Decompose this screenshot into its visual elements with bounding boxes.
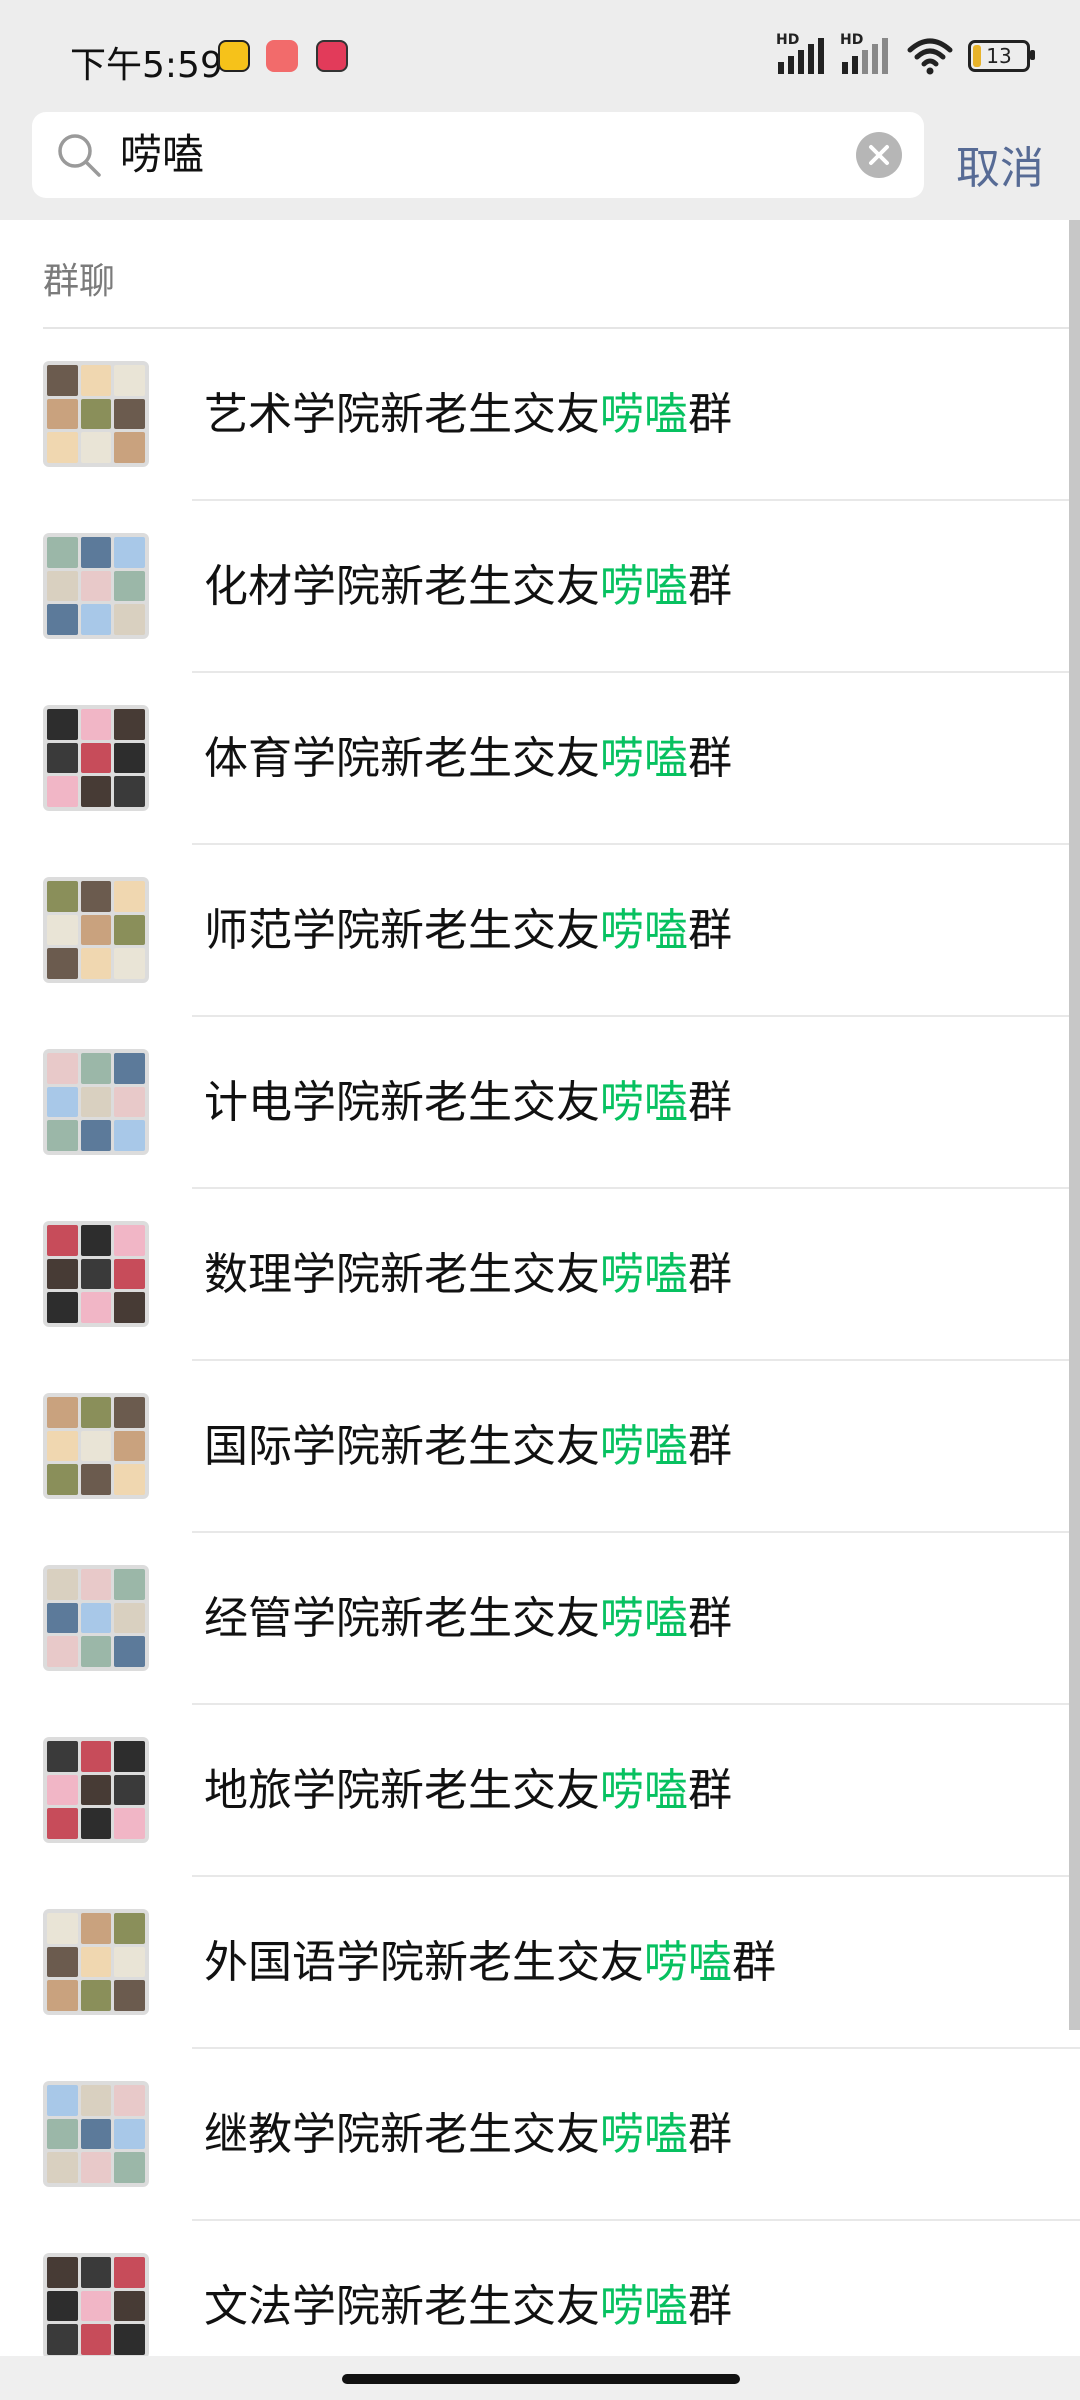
notification-app-icon: [218, 40, 250, 72]
group-name: 国际学院新老生交友唠嗑群: [204, 1361, 732, 1533]
group-avatar: [43, 705, 149, 811]
group-name-prefix: 数理学院新老生交友: [204, 1249, 600, 1300]
group-name-prefix: 文法学院新老生交友: [204, 2281, 600, 2332]
list-item[interactable]: 外国语学院新老生交友唠嗑群: [0, 1877, 1080, 2049]
search-box[interactable]: [32, 112, 924, 198]
group-name: 体育学院新老生交友唠嗑群: [204, 673, 732, 845]
group-name-suffix: 群: [688, 2281, 732, 2332]
list-item[interactable]: 师范学院新老生交友唠嗑群: [0, 845, 1080, 1017]
scrollbar[interactable]: [1069, 220, 1080, 2030]
group-name-suffix: 群: [688, 561, 732, 612]
group-name-prefix: 地旅学院新老生交友: [204, 1765, 600, 1816]
search-match-highlight: 唠嗑: [600, 1421, 688, 1472]
group-avatar: [43, 361, 149, 467]
group-name-suffix: 群: [688, 2109, 732, 2160]
list-item[interactable]: 计电学院新老生交友唠嗑群: [0, 1017, 1080, 1189]
group-avatar: [43, 533, 149, 639]
group-name: 师范学院新老生交友唠嗑群: [204, 845, 732, 1017]
group-name-suffix: 群: [688, 1077, 732, 1128]
group-name: 继教学院新老生交友唠嗑群: [204, 2049, 732, 2221]
group-name: 化材学院新老生交友唠嗑群: [204, 501, 732, 673]
group-name-prefix: 外国语学院新老生交友: [204, 1937, 644, 1988]
group-name-prefix: 继教学院新老生交友: [204, 2109, 600, 2160]
group-name-prefix: 国际学院新老生交友: [204, 1421, 600, 1472]
search-icon: [58, 134, 101, 177]
list-item[interactable]: 化材学院新老生交友唠嗑群: [0, 501, 1080, 673]
group-avatar: [43, 1393, 149, 1499]
group-name: 外国语学院新老生交友唠嗑群: [204, 1877, 776, 2049]
search-header: 取消: [0, 112, 1080, 220]
search-match-highlight: 唠嗑: [600, 1593, 688, 1644]
video-app-icon: [266, 40, 298, 72]
signal-hd-label-2: HD: [840, 32, 864, 48]
battery-level: 13: [986, 44, 1012, 68]
media-app-icon: [316, 40, 348, 72]
group-name-prefix: 艺术学院新老生交友: [204, 389, 600, 440]
wifi-icon: [907, 38, 953, 75]
group-name-suffix: 群: [688, 1249, 732, 1300]
group-avatar: [43, 1049, 149, 1155]
group-avatar: [43, 2081, 149, 2187]
group-name-suffix: 群: [688, 1765, 732, 1816]
section-title: 群聊: [43, 261, 116, 302]
search-match-highlight: 唠嗑: [600, 389, 688, 440]
list-item[interactable]: 国际学院新老生交友唠嗑群: [0, 1361, 1080, 1533]
group-avatar: [43, 1737, 149, 1843]
list-item[interactable]: 继教学院新老生交友唠嗑群: [0, 2049, 1080, 2221]
search-match-highlight: 唠嗑: [644, 1937, 732, 1988]
search-match-highlight: 唠嗑: [600, 905, 688, 956]
list-item[interactable]: 体育学院新老生交友唠嗑群: [0, 673, 1080, 845]
status-time: 下午5:59: [70, 45, 223, 86]
battery-icon: 13: [968, 40, 1035, 72]
search-match-highlight: 唠嗑: [600, 1249, 688, 1300]
group-name-suffix: 群: [688, 733, 732, 784]
group-name: 地旅学院新老生交友唠嗑群: [204, 1705, 732, 1877]
group-name: 艺术学院新老生交友唠嗑群: [204, 329, 732, 501]
group-avatar: [43, 2253, 149, 2359]
group-name-suffix: 群: [688, 389, 732, 440]
group-name-prefix: 师范学院新老生交友: [204, 905, 600, 956]
group-avatar: [43, 1565, 149, 1671]
group-name-suffix: 群: [688, 1421, 732, 1472]
signal-hd-label: HD: [776, 32, 800, 48]
search-match-highlight: 唠嗑: [600, 2109, 688, 2160]
search-input[interactable]: [120, 112, 860, 198]
list-item[interactable]: 艺术学院新老生交友唠嗑群: [0, 329, 1080, 501]
group-name-prefix: 体育学院新老生交友: [204, 733, 600, 784]
group-name-prefix: 经管学院新老生交友: [204, 1593, 600, 1644]
group-name: 计电学院新老生交友唠嗑群: [204, 1017, 732, 1189]
list-item[interactable]: 经管学院新老生交友唠嗑群: [0, 1533, 1080, 1705]
group-name: 经管学院新老生交友唠嗑群: [204, 1533, 732, 1705]
clear-icon[interactable]: [856, 132, 902, 178]
status-bar: 下午5:59 HD HD 13: [0, 0, 1080, 112]
group-name-suffix: 群: [732, 1937, 776, 1988]
home-indicator[interactable]: [342, 2374, 740, 2384]
group-avatar: [43, 877, 149, 983]
list-item[interactable]: 地旅学院新老生交友唠嗑群: [0, 1705, 1080, 1877]
cancel-button[interactable]: 取消: [956, 132, 1044, 196]
search-match-highlight: 唠嗑: [600, 561, 688, 612]
signal-icon-2: HD: [840, 32, 892, 74]
list-item[interactable]: 数理学院新老生交友唠嗑群: [0, 1189, 1080, 1361]
group-chat-list: 艺术学院新老生交友唠嗑群 化材学院新老生交友唠嗑群 体育学院新老生交友唠嗑群 师范学院…: [0, 329, 1080, 2393]
search-match-highlight: 唠嗑: [600, 733, 688, 784]
search-match-highlight: 唠嗑: [600, 1077, 688, 1128]
status-indicators: HD HD 13: [776, 32, 1035, 76]
search-match-highlight: 唠嗑: [600, 1765, 688, 1816]
signal-icon: HD: [776, 32, 828, 74]
group-name-prefix: 计电学院新老生交友: [204, 1077, 600, 1128]
group-name-suffix: 群: [688, 905, 732, 956]
group-avatar: [43, 1909, 149, 2015]
search-match-highlight: 唠嗑: [600, 2281, 688, 2332]
group-avatar: [43, 1221, 149, 1327]
group-name-prefix: 化材学院新老生交友: [204, 561, 600, 612]
group-name: 数理学院新老生交友唠嗑群: [204, 1189, 732, 1361]
group-name-suffix: 群: [688, 1593, 732, 1644]
